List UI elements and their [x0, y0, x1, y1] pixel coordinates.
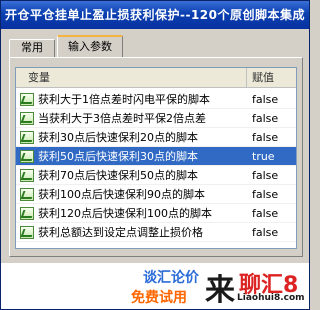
param-icon: [20, 131, 34, 144]
param-icon: [20, 207, 34, 220]
title-bar[interactable]: 开仓平仓挂单止盈止损获利保护--120个原创脚本集成: [1, 1, 309, 29]
param-value[interactable]: false: [252, 90, 278, 109]
ad-slogan: 谈汇论价: [143, 270, 199, 286]
param-icon: [20, 93, 34, 106]
table-row[interactable]: 获利100点后快速保利90点的脚本 false: [16, 185, 296, 204]
column-header-variable[interactable]: 变量: [16, 68, 247, 88]
param-icon: [20, 169, 34, 182]
param-name: 获利总额达到设定点调整止损价格: [38, 226, 203, 239]
table-row[interactable]: 获利总额达到设定点调整止损价格 false: [16, 223, 296, 242]
table-row[interactable]: 获利30点后快速保利20点的脚本 false: [16, 128, 296, 147]
table-row[interactable]: 获利大于1倍点差时闪电平保的脚本 false: [16, 90, 296, 109]
logo-url: Liaohui8.com: [237, 293, 305, 303]
param-icon: [20, 226, 34, 239]
table-row-selected[interactable]: 获利50点后快速保利30点的脚本 true: [16, 147, 296, 166]
param-icon: [20, 188, 34, 201]
param-name: 获利120点后快速保利100点的脚本: [38, 207, 212, 220]
param-name: 获利70点后快速保利50点的脚本: [38, 169, 198, 182]
param-name: 获利30点后快速保利20点的脚本: [38, 131, 198, 144]
param-icon: [20, 150, 34, 163]
param-icon: [20, 112, 34, 125]
param-value[interactable]: false: [252, 109, 278, 128]
tab-common[interactable]: 常用: [9, 39, 55, 57]
param-value[interactable]: false: [252, 223, 278, 242]
param-value[interactable]: false: [252, 166, 278, 185]
table-row[interactable]: 获利120点后快速保利100点的脚本 false: [16, 204, 296, 223]
param-value[interactable]: false: [252, 128, 278, 147]
param-name: 获利50点后快速保利30点的脚本: [38, 150, 198, 163]
ad-free-trial: 免费试用: [131, 290, 187, 306]
param-value[interactable]: false: [252, 185, 278, 204]
parameter-list[interactable]: 变量 赋值 获利大于1倍点差时闪电平保的脚本 false 当获利大于3倍点差时平…: [15, 67, 297, 249]
param-value[interactable]: true: [252, 147, 275, 166]
column-header-value[interactable]: 赋值: [248, 68, 296, 88]
dialog-window: 开仓平仓挂单止盈止损获利保护--120个原创脚本集成 常用 输入参数 变量 赋值…: [0, 0, 310, 310]
param-name: 获利大于1倍点差时闪电平保的脚本: [38, 93, 210, 106]
tab-input-params[interactable]: 输入参数: [57, 35, 123, 57]
param-name: 当获利大于3倍点差时平保2倍点差: [38, 112, 206, 125]
param-name: 获利100点后快速保利90点的脚本: [38, 188, 205, 201]
list-header: 变量 赋值: [16, 68, 296, 88]
logo-char: 来: [205, 273, 235, 308]
table-row[interactable]: 当获利大于3倍点差时平保2倍点差 false: [16, 109, 296, 128]
param-value[interactable]: false: [252, 204, 278, 223]
table-row[interactable]: 获利70点后快速保利50点的脚本 false: [16, 166, 296, 185]
